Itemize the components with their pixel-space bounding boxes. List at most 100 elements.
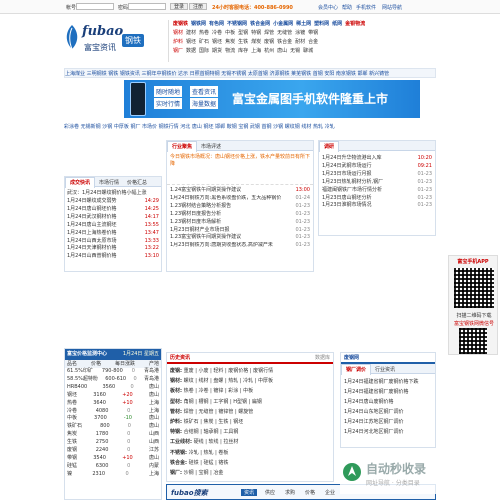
ticker-item[interactable]: 宝钢	[238, 124, 248, 130]
list-item[interactable]: 1月23日钢铁方向:唐期货收盘状态,高炉减产未 01-23	[170, 242, 310, 250]
hotlink[interactable]: 新兴铸管	[369, 71, 389, 77]
hotlink[interactable]: 三明钢铁	[87, 71, 107, 77]
ticker-item[interactable]: 螺纹钢	[285, 124, 300, 130]
nav-item[interactable]: 建材	[186, 30, 196, 36]
hotlink[interactable]: 济源钢铁	[269, 71, 289, 77]
nav-item[interactable]: 小金属网	[273, 21, 293, 27]
hotlink[interactable]: 莱芜钢铁	[291, 71, 311, 77]
register-button[interactable]: 注册	[189, 3, 208, 10]
tab-industry-focus[interactable]: 行业聚焦	[167, 141, 198, 152]
ticker-item[interactable]: 武钢	[250, 124, 260, 130]
table-row[interactable]: 冷卷 4080 0 上海	[67, 408, 159, 416]
list-item[interactable]: 1月24日武钢市场运行 09:21	[322, 163, 432, 171]
top-link-3[interactable]: 网站导航	[382, 4, 402, 11]
top-link-0[interactable]: 会员中心	[318, 4, 338, 11]
nav-item[interactable]: 废钢	[264, 39, 274, 45]
ticker-item[interactable]: 鞍钢	[227, 124, 237, 130]
top-link-2[interactable]: 手机软件	[356, 4, 376, 11]
site-logo[interactable]: fubao 富宝资讯 钢铁	[64, 22, 164, 58]
ticker-item[interactable]: 邯郸	[215, 124, 225, 130]
nav-item[interactable]: 中板	[225, 30, 235, 36]
password-input[interactable]	[128, 3, 166, 10]
nav-item[interactable]: 钢材	[173, 30, 183, 36]
nav-item[interactable]: 纸网	[332, 21, 342, 27]
nav-item[interactable]: 稀土网	[296, 21, 311, 27]
ticker-item[interactable]: 热轧	[313, 124, 323, 130]
hotlink[interactable]: 南京钢铁	[336, 71, 356, 77]
nav-item[interactable]: 钢坯	[212, 39, 222, 45]
nav-item[interactable]: 聊城	[303, 48, 313, 54]
nav-item[interactable]: 焦炭	[225, 39, 235, 45]
ticker-item[interactable]: 无锡新钢	[81, 124, 101, 130]
table-row[interactable]: 钢坯 3160 +20 唐山	[67, 392, 159, 400]
hotlink[interactable]: 日照首钢特钢	[190, 71, 220, 77]
list-item[interactable]: 1月24日钢铁方向:黑色系收盘价跌，五大品种钢价 01-24	[170, 195, 310, 203]
search-tab-0[interactable]: 资讯	[241, 489, 258, 496]
nav-item[interactable]: 废钢铁	[173, 21, 188, 27]
hotlink[interactable]: 安阳	[324, 71, 334, 77]
nav-item[interactable]: 钢坯	[186, 39, 196, 45]
list-item[interactable]: 1月24日升华物流港出入库 10:20	[322, 155, 432, 163]
nav-item[interactable]: 无缝管	[277, 30, 292, 36]
list-item[interactable]: 福建闽钢铁厂市场行情分析 01-23	[322, 187, 432, 195]
tab-price-summary[interactable]: 价格汇总	[123, 178, 151, 188]
nav-item[interactable]: 钢厂	[173, 48, 183, 54]
list-item[interactable]: 1月24日唐山钢坯价格 14:25	[67, 206, 159, 214]
hotlink[interactable]: 达示	[178, 71, 188, 77]
list-item[interactable]: 1月24日福建省钢厂废钢价格下跌	[344, 377, 432, 387]
nav-item[interactable]: 唐山	[277, 48, 287, 54]
search-tab-4[interactable]: 企业	[325, 489, 335, 496]
nav-item[interactable]: 上海	[251, 48, 261, 54]
list-item[interactable]: 1.24富宝钢铁午间期货操作建议 13:00	[170, 187, 310, 195]
hotlink[interactable]: 钢铁	[108, 71, 118, 77]
nav-item[interactable]: 冷卷	[212, 30, 222, 36]
ticker-item[interactable]: 唐山	[192, 124, 202, 130]
ticker-item[interactable]: 沙钢	[102, 124, 112, 130]
table-row[interactable]: HRB400 3560 0 唐山	[67, 384, 159, 392]
hotlink[interactable]: 无锡不锈钢	[221, 71, 246, 77]
table-row[interactable]: 61.5%印矿 790-800 0 青岛港	[67, 368, 159, 376]
login-button[interactable]: 登录	[170, 3, 189, 10]
ticker-item[interactable]: 河北	[180, 124, 190, 130]
ticker-item[interactable]: 市场价	[142, 124, 157, 130]
app-banner[interactable]: 随时随地 实时行情 查看资讯 海量数据 富宝金属图手机软件隆重上市	[124, 80, 420, 118]
ticker-item[interactable]: 中厚板	[114, 124, 129, 130]
nav-item[interactable]: 国际	[199, 48, 209, 54]
ticker-item[interactable]: 彩涂卷	[64, 124, 79, 130]
list-item[interactable]: 1月23日淮钢市场情况 01-23	[322, 202, 432, 210]
search-tab-1[interactable]: 供应	[265, 489, 275, 496]
table-row[interactable]: 生铁 2750 0 山西	[67, 439, 159, 447]
table-row[interactable]: 铁矿石 800 0 唐山	[67, 423, 159, 431]
industry-headline[interactable]: 今日钢铁市场概况：唐山钢坯价格上涨，铁水产量较前日有所下降	[167, 151, 313, 185]
nav-item[interactable]: 铁合金网	[250, 21, 270, 27]
nav-item[interactable]: 期货	[212, 48, 222, 54]
ticker-item[interactable]: 冷轧	[325, 124, 335, 130]
search-tab-2[interactable]: 求购	[285, 489, 295, 496]
nav-item[interactable]: 特钢	[251, 30, 261, 36]
list-item[interactable]: 1.23钢材日度市场解析 01-23	[170, 219, 310, 227]
nav-item[interactable]: 塑料网	[314, 21, 329, 27]
ticker-item[interactable]: 沙钢	[273, 124, 283, 130]
list-item[interactable]: 1.23富宝钢铁午间期货操作建议 01-23	[170, 234, 310, 242]
nav-item[interactable]: 矿石	[199, 39, 209, 45]
table-row[interactable]: 硅锰 6300 0 内蒙	[67, 463, 159, 471]
table-row[interactable]: 镍 2310 0 上海	[67, 471, 159, 479]
nav-item[interactable]: 库存	[238, 48, 248, 54]
ticker-item[interactable]: 首钢	[262, 124, 272, 130]
list-item[interactable]: 1月24日唐山主流钢坯 13:55	[67, 222, 159, 230]
ticker-item[interactable]: 钢坯	[203, 124, 213, 130]
list-item[interactable]: 1月24日上海热卷价格 13:47	[67, 230, 159, 238]
hotlink[interactable]: 邯郸	[358, 71, 368, 77]
table-row[interactable]: 焦炭 1780 0 山西	[67, 431, 159, 439]
list-item[interactable]: 1月23日热轧钢材分析,钢厂 01-23	[322, 179, 432, 187]
hotlink[interactable]: 三钢年中钢铁价	[141, 71, 176, 77]
nav-item[interactable]: 耐材	[295, 39, 305, 45]
nav-item[interactable]: 物流	[225, 48, 235, 54]
nav-item[interactable]: 炉料	[173, 39, 183, 45]
hotlink[interactable]: 太原首钢	[248, 71, 268, 77]
list-item[interactable]: 1.23钢材日度报告分析 01-23	[170, 211, 310, 219]
nav-item[interactable]: 钢铁网	[191, 21, 206, 27]
list-item[interactable]: 1月23日市场运行月报 01-23	[322, 171, 432, 179]
hotlink[interactable]: 首钢	[313, 71, 323, 77]
table-row[interactable]: 废钢 2240 0 江苏	[67, 447, 159, 455]
